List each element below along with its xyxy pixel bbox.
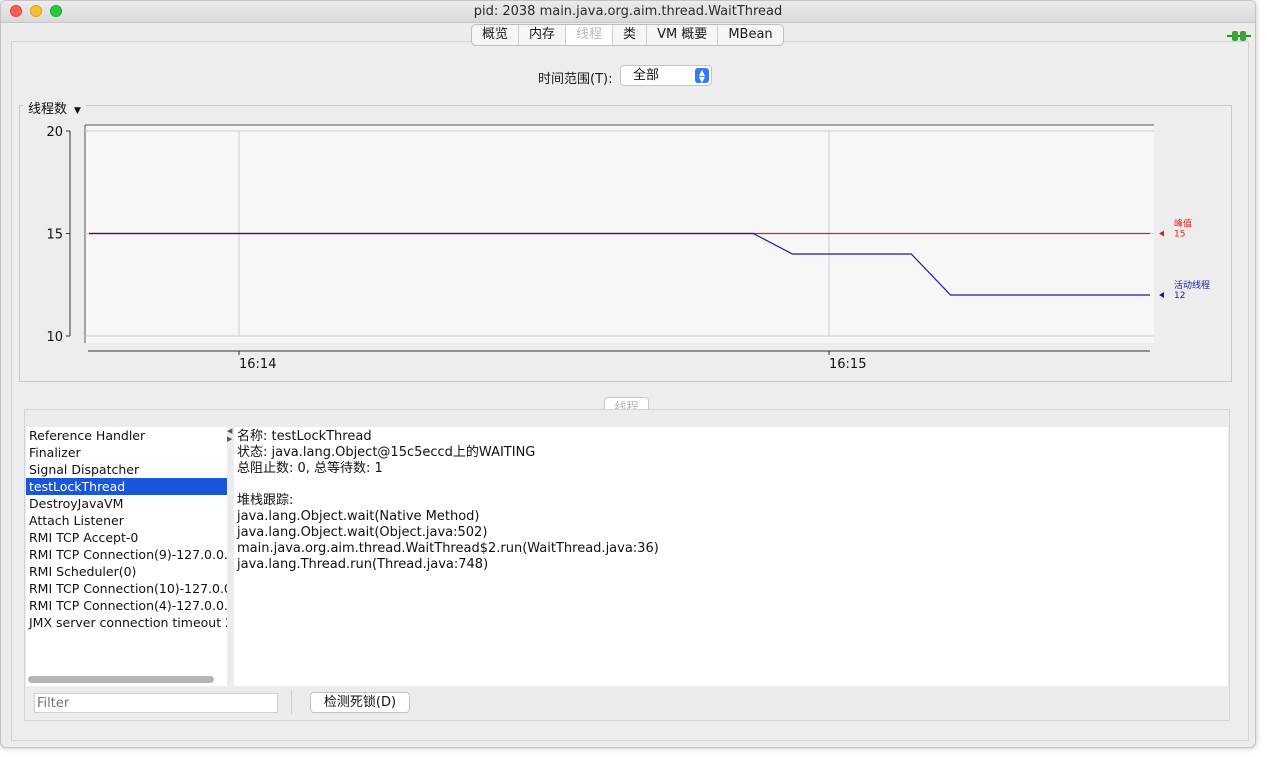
thread-list[interactable]: Reference Handler Finalizer Signal Dispatc… <box>26 427 227 686</box>
thread-list-item[interactable]: RMI TCP Connection(10)-127.0.0.1 <box>26 580 227 597</box>
y-tick-label: 20 <box>46 125 63 140</box>
x-tick-label: 16:14 <box>239 357 276 372</box>
detail-line: 堆栈跟踪: <box>237 493 294 508</box>
detect-deadlock-button[interactable]: 检测死锁(D) <box>310 692 410 713</box>
detail-line: java.lang.Object.wait(Native Method) <box>237 509 480 524</box>
detail-line: 总阻止数: 0, 总等待数: 1 <box>237 461 383 476</box>
thread-list-item[interactable]: RMI TCP Connection(4)-127.0.0.1 <box>26 597 227 614</box>
split-pane-divider[interactable]: ◀ ▶ <box>227 427 234 686</box>
series-marker-0 <box>1159 230 1164 237</box>
y-tick-label: 10 <box>46 330 63 345</box>
thread-detail-text: 名称: testLockThread 状态: java.lang.Object@1… <box>234 427 1228 686</box>
detail-line: 名称: testLockThread <box>237 429 372 444</box>
thread-list-item[interactable]: RMI TCP Connection(9)-127.0.0.1 <box>26 546 227 563</box>
series-marker-1 <box>1159 292 1164 298</box>
thread-count-chart: 10152016:14 16:15 峰值15活动线程12 <box>46 124 1210 372</box>
thread-list-item[interactable]: Attach Listener <box>26 512 227 529</box>
series-name-label: 峰值 <box>1174 218 1192 230</box>
thread-list-item[interactable]: Finalizer <box>26 444 227 461</box>
y-tick-label: 15 <box>46 228 63 243</box>
toolbar-separator <box>291 690 292 714</box>
thread-list-item[interactable]: testLockThread <box>26 478 227 495</box>
detail-line: main.java.org.aim.thread.WaitThread$2.ru… <box>237 541 659 556</box>
detail-line: java.lang.Object.wait(Object.java:502) <box>237 525 488 540</box>
x-tick-label: 16:15 <box>829 357 866 372</box>
series-name-label: 活动线程 <box>1174 279 1210 291</box>
series-value-label: 12 <box>1174 291 1185 301</box>
thread-list-item[interactable]: RMI TCP Accept-0 <box>26 529 227 546</box>
thread-list-item[interactable]: RMI Scheduler(0) <box>26 563 227 580</box>
thread-list-item[interactable]: Reference Handler <box>26 427 227 444</box>
detail-line: 状态: java.lang.Object@15c5eccd上的WAITING <box>237 445 536 460</box>
thread-list-item[interactable]: Signal Dispatcher <box>26 461 227 478</box>
detail-line <box>237 477 1225 493</box>
detail-line: java.lang.Thread.run(Thread.java:748) <box>237 557 489 572</box>
series-value-label: 15 <box>1174 230 1185 240</box>
thread-list-scrollbar[interactable] <box>28 676 214 683</box>
thread-list-item[interactable]: JMX server connection timeout 26 <box>26 614 227 631</box>
thread-list-item[interactable]: DestroyJavaVM <box>26 495 227 512</box>
thread-filter-input[interactable] <box>34 693 278 713</box>
